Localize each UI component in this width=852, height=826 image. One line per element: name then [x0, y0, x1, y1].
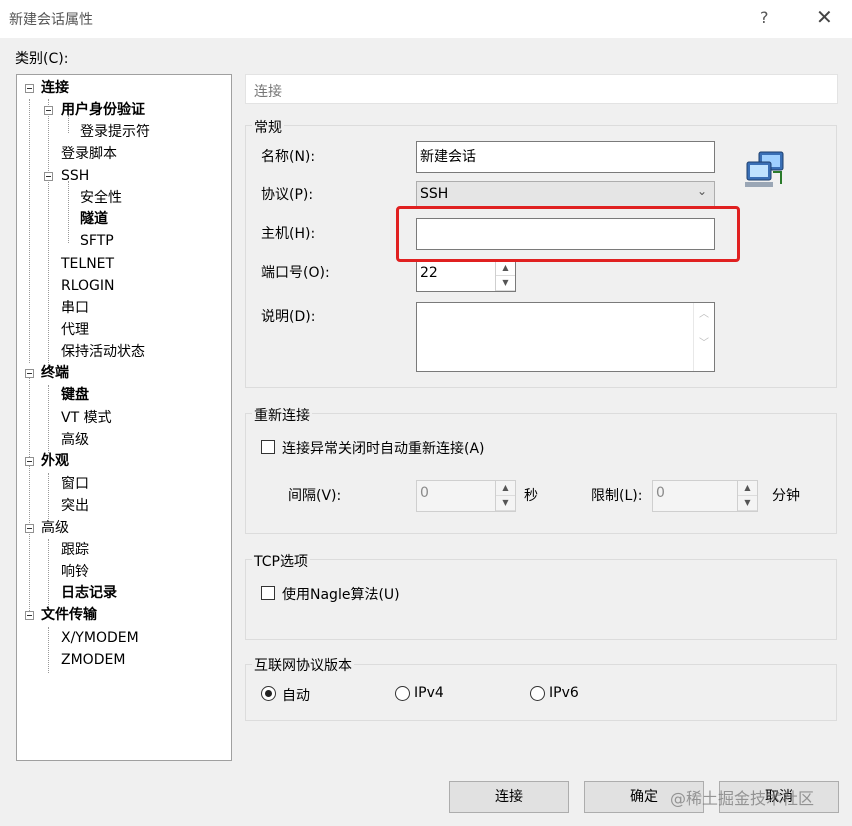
watermark: @稀土掘金技术社区 — [670, 789, 815, 808]
radio-auto-label[interactable]: 自动 — [282, 685, 310, 705]
port-stepper[interactable]: ▲ ▼ — [495, 261, 515, 291]
collapse-icon[interactable] — [25, 524, 34, 533]
limit-value: 0 — [656, 485, 665, 501]
tree-item-proxy[interactable]: 代理 — [61, 320, 89, 340]
tree-line — [48, 539, 49, 607]
tree-item-advanced[interactable]: 高级 — [41, 518, 69, 538]
tree-item-highlight[interactable]: 突出 — [61, 496, 89, 516]
tree-line — [29, 99, 30, 363]
reconnect-group — [245, 413, 837, 534]
name-input[interactable]: 新建会话 — [416, 141, 715, 173]
collapse-icon[interactable] — [25, 84, 34, 93]
tree-item-rlogin[interactable]: RLOGIN — [61, 276, 115, 296]
port-value: 22 — [420, 265, 438, 281]
collapse-icon[interactable] — [25, 457, 34, 466]
chevron-down-icon: ⌄ — [696, 184, 707, 198]
tree-item-bell[interactable]: 响铃 — [61, 562, 89, 582]
spin-down-icon[interactable]: ▼ — [496, 276, 515, 291]
limit-label: 限制(L): — [591, 488, 643, 504]
category-label: 类别(C): — [15, 51, 69, 67]
tree-item-terminal[interactable]: 终端 — [41, 363, 69, 383]
category-tree[interactable]: 连接 用户身份验证 登录提示符 登录脚本 SSH 安全性 隧道 SFTP TEL… — [16, 74, 232, 761]
nagle-checkbox[interactable] — [261, 586, 275, 600]
ip-version-group-title: 互联网协议版本 — [252, 655, 354, 675]
radio-ipv6-label[interactable]: IPv6 — [549, 685, 579, 701]
tree-item-keepalive[interactable]: 保持活动状态 — [61, 342, 145, 362]
tree-line — [48, 627, 49, 673]
tree-item-login-prompt[interactable]: 登录提示符 — [80, 122, 150, 142]
tree-item-tunnel[interactable]: 隧道 — [80, 209, 108, 229]
interval-unit: 秒 — [524, 488, 538, 504]
collapse-icon[interactable] — [44, 106, 53, 115]
window-title: 新建会话属性 — [9, 12, 93, 28]
radio-ipv6[interactable] — [530, 686, 545, 701]
tree-item-serial[interactable]: 串口 — [61, 298, 89, 318]
network-computers-icon — [743, 150, 787, 190]
description-label: 说明(D): — [261, 309, 316, 325]
collapse-icon[interactable] — [25, 369, 34, 378]
spin-down-icon: ▼ — [738, 496, 757, 511]
auto-reconnect-label[interactable]: 连接异常关闭时自动重新连接(A) — [282, 438, 485, 458]
tree-item-window[interactable]: 窗口 — [61, 474, 89, 494]
tree-item-appearance[interactable]: 外观 — [41, 451, 69, 471]
scroll-down-icon[interactable]: ﹀ — [694, 327, 714, 361]
general-group-title: 常规 — [252, 117, 284, 137]
tcp-group-title: TCP选项 — [252, 551, 310, 571]
protocol-select[interactable]: SSH ⌄ — [416, 181, 715, 209]
auto-reconnect-checkbox[interactable] — [261, 440, 275, 454]
tree-line — [48, 473, 49, 519]
interval-value: 0 — [420, 485, 429, 501]
description-textarea[interactable] — [416, 302, 715, 372]
spin-down-icon: ▼ — [496, 496, 515, 511]
tree-item-terminal-advanced[interactable]: 高级 — [61, 430, 89, 450]
radio-auto[interactable] — [261, 686, 276, 701]
connect-button[interactable]: 连接 — [449, 781, 569, 813]
tree-item-vt-mode[interactable]: VT 模式 — [61, 408, 112, 428]
port-label: 端口号(O): — [261, 265, 330, 281]
tree-item-trace[interactable]: 跟踪 — [61, 540, 89, 560]
spin-up-icon[interactable]: ▲ — [496, 261, 515, 276]
close-button[interactable]: ✕ — [816, 5, 833, 29]
host-label: 主机(H): — [261, 226, 316, 242]
title-bar: 新建会话属性 ? ✕ — [0, 0, 852, 38]
tree-item-logging[interactable]: 日志记录 — [61, 583, 117, 603]
radio-ipv4-label[interactable]: IPv4 — [414, 685, 444, 701]
tree-line — [48, 99, 49, 365]
spin-up-icon: ▲ — [738, 481, 757, 496]
tree-line — [29, 373, 30, 615]
limit-stepper: ▲ ▼ — [737, 481, 757, 511]
nagle-label[interactable]: 使用Nagle算法(U) — [282, 584, 400, 604]
help-button[interactable]: ? — [760, 8, 769, 27]
tree-item-login-script[interactable]: 登录脚本 — [61, 144, 117, 164]
protocol-value: SSH — [420, 186, 449, 202]
scroll-up-icon[interactable]: ︿ — [694, 303, 714, 327]
tree-item-file-transfer[interactable]: 文件传输 — [41, 605, 97, 625]
collapse-icon[interactable] — [44, 172, 53, 181]
tree-line — [48, 385, 49, 453]
collapse-icon[interactable] — [25, 611, 34, 620]
name-label: 名称(N): — [261, 149, 316, 165]
protocol-label: 协议(P): — [261, 187, 314, 203]
interval-stepper: ▲ ▼ — [495, 481, 515, 511]
reconnect-group-title: 重新连接 — [252, 405, 312, 425]
tree-item-sftp[interactable]: SFTP — [80, 231, 114, 251]
tree-line — [68, 181, 69, 243]
spin-up-icon: ▲ — [496, 481, 515, 496]
tree-item-connection[interactable]: 连接 — [41, 78, 69, 98]
host-highlight-annotation — [396, 206, 740, 262]
tree-item-xymodem[interactable]: X/YMODEM — [61, 628, 139, 648]
tree-item-telnet[interactable]: TELNET — [61, 254, 114, 274]
interval-label: 间隔(V): — [288, 488, 342, 504]
tree-item-keyboard[interactable]: 键盘 — [61, 385, 89, 405]
tree-item-zmodem[interactable]: ZMODEM — [61, 650, 125, 670]
radio-ipv4[interactable] — [395, 686, 410, 701]
description-scrollbar[interactable]: ︿ ﹀ — [693, 303, 714, 371]
section-header-title: 连接 — [254, 84, 282, 100]
tree-item-security[interactable]: 安全性 — [80, 188, 122, 208]
tree-item-auth[interactable]: 用户身份验证 — [61, 100, 145, 120]
limit-unit: 分钟 — [772, 488, 800, 504]
section-header: 连接 — [245, 74, 838, 104]
tree-item-ssh[interactable]: SSH — [61, 166, 89, 186]
